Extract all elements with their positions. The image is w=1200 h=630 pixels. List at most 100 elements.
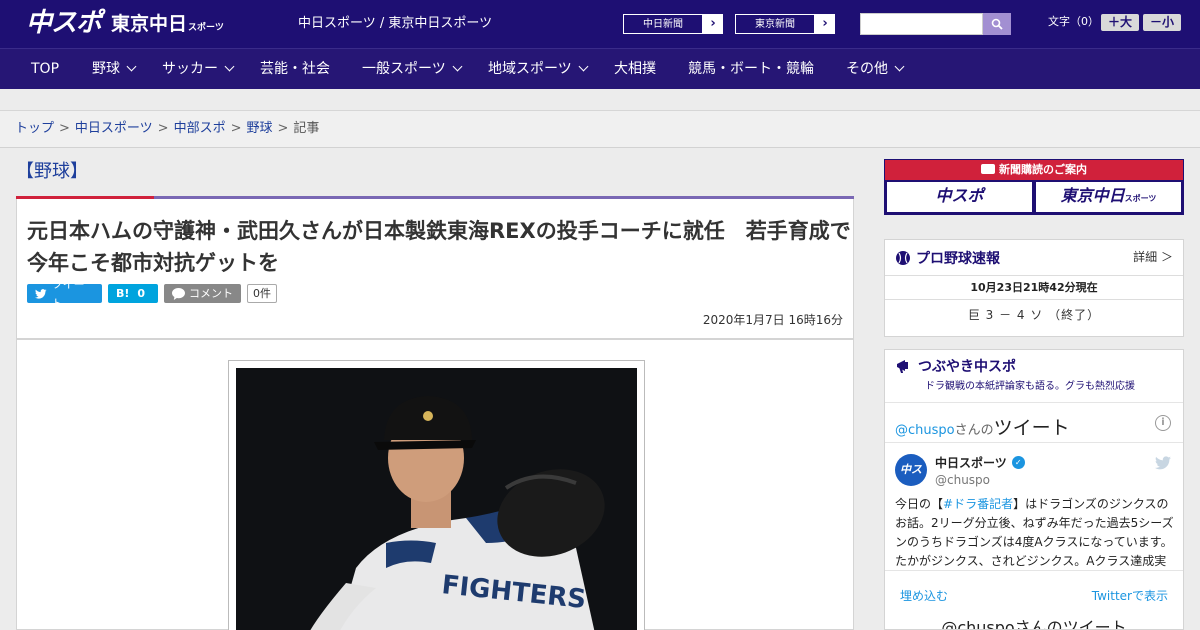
subscription-heading-text: 新聞購読のご案内 [999,163,1087,176]
search-icon [991,18,1003,30]
search-button[interactable] [983,13,1011,35]
nav-top[interactable]: TOP [31,49,59,90]
score-timestamp: 10月23日21時42分現在 [885,275,1183,300]
verified-badge-icon: ✓ [1011,456,1025,469]
hatena-count: 0 [137,287,146,300]
megaphone-icon [897,360,908,373]
main-nav: TOP 野球 サッカー 芸能・社会 一般スポーツ 地域スポーツ 大相撲 競馬・ボ… [0,48,1200,89]
nav-entertainment[interactable]: 芸能・社会 [260,49,330,90]
chevron-right-icon: › [822,16,828,31]
breadcrumb-bar: トップ > 中日スポーツ > 中部スポ > 野球 > 記事 [0,111,1200,148]
search-input[interactable] [860,13,983,35]
twitter-bird-icon[interactable] [1155,456,1171,470]
site-names[interactable]: 中日スポーツ / 東京中日スポーツ [298,15,492,33]
nav-label: 野球 [92,61,120,77]
photo-frame: FIGHTERS [228,360,645,630]
chunichi-shimbun-label: 中日新聞 [623,14,703,34]
pitcher-photo-illustration: FIGHTERS [236,368,637,630]
subscription-logos: 中スポ 東京中日スポーツ [885,180,1183,214]
comment-button-label: コメント [189,287,233,300]
nav-racing[interactable]: 競馬・ボート・競輪 [688,49,814,90]
nav-soccer[interactable]: サッカー [162,49,235,90]
twitter-widget: つぶやき中スポ ドラ観戦の本紙評論家も語る。グラも熱烈応援 @chuspoさんの… [884,349,1184,630]
article-headline: 元日本ハムの守護神・武田久さんが日本製鉄東海REXの投手コーチに就任 若手育成で… [27,219,851,275]
breadcrumb-top[interactable]: トップ [15,121,54,136]
score-detail-link[interactable]: 詳細 ＞ [1133,248,1173,265]
font-bigger-button[interactable]: ＋大 [1101,14,1139,31]
twitter-timeline-header: @chuspoさんのツイート i [885,402,1183,443]
hatena-bookmark-button[interactable]: B! 0 [108,284,158,303]
chevron-down-icon [224,61,235,72]
subscribe-chuspo[interactable]: 中スポ [887,182,1032,212]
nav-regional-sports[interactable]: 地域スポーツ [488,49,589,90]
chunichi-shimbun-link[interactable]: 中日新聞 › [622,13,724,35]
nav-sumo[interactable]: 大相撲 [614,49,656,90]
tweet-text: 今日の【#ドラ番記者】はドラゴンズのジンクスのお話。2リーグ分立後、ねずみ年だっ… [895,495,1175,571]
nav-general-sports[interactable]: 一般スポーツ [362,49,463,90]
hatena-icon: B! [116,287,130,300]
chevron-right-icon: › [710,16,716,31]
breadcrumb-separator: > [277,121,289,136]
chevron-down-icon [894,61,905,72]
tweet-button-label: ツイート [51,277,85,310]
breadcrumb-chubu-spo[interactable]: 中部スポ [174,121,226,136]
info-icon[interactable]: i [1155,415,1171,431]
timeline-san: さんの [954,423,994,438]
comment-button[interactable]: コメント [164,284,241,303]
nav-label: 競馬・ボート・競輪 [688,61,814,77]
timeline-next-title[interactable]: @chuspoさんのツイート [885,614,1183,629]
embed-link[interactable]: 埋め込む [900,587,948,604]
tweet-author-handle[interactable]: @chuspo [935,473,990,487]
tweet-button[interactable]: ツイート [27,278,102,310]
tweet-text-pre: 今日の【 [895,497,944,511]
tokyo-chunichi-logo-small: スポーツ [188,23,224,33]
nav-label: 大相撲 [614,61,656,77]
newspaper-icon [981,164,995,174]
tweet-author-name[interactable]: 中日スポーツ ✓ [935,454,1025,471]
twitter-bird-icon [35,288,47,299]
font-smaller-button[interactable]: －小 [1143,14,1181,31]
avatar[interactable]: 中スポ [895,454,927,508]
social-buttons: ツイート B! 0 コメント 0件 [27,278,277,310]
breadcrumb-separator: > [157,121,169,136]
subscribe-tokyo-chunichi[interactable]: 東京中日スポーツ [1036,182,1181,212]
breadcrumb: トップ > 中日スポーツ > 中部スポ > 野球 > 記事 [15,121,319,137]
publish-date: 2020年1月7日 16時16分 [702,313,843,327]
breadcrumb-separator: > [230,121,242,136]
breadcrumb-current: 記事 [293,121,320,136]
score-title: プロ野球速報 [895,248,1000,268]
tweet-hashtag[interactable]: #ドラ番記者 [943,497,1013,511]
timeline-tweet-word: ツイート [993,417,1070,439]
article-photo[interactable]: FIGHTERS [236,368,637,630]
nav-label: TOP [31,61,60,77]
subscription-banner[interactable]: 新聞購読のご案内 中スポ 東京中日スポーツ [884,159,1184,215]
speech-bubble-icon [172,287,185,300]
nav-label: 芸能・社会 [260,61,330,77]
category-title: 【野球】 [16,161,88,182]
subscription-heading: 新聞購読のご案内 [885,160,1183,180]
tokyo-shimbun-link[interactable]: 東京新聞 › [734,13,836,35]
chevron-down-icon [126,61,137,72]
subscribe-tokyo-chunichi-text: 東京中日 [1060,186,1125,205]
tokyo-chunichi-logo[interactable]: 東京中日スポーツ [111,11,224,41]
article-header: 元日本ハムの守護神・武田久さんが日本製鉄東海REXの投手コーチに就任 若手育成で… [16,199,854,339]
spacer-band [0,89,1200,111]
tweet-box-subtitle: ドラ観戦の本紙評論家も語る。グラも熱烈応援 [925,381,1135,392]
tweet-author-name-text: 中日スポーツ [935,456,1007,470]
tweet-box-title-text: つぶやき中スポ [918,359,1016,375]
score-result[interactable]: 巨 3 － 4 ソ （終了） [885,306,1183,323]
nav-other[interactable]: その他 [846,49,905,90]
view-on-twitter-link[interactable]: Twitterで表示 [1092,587,1168,604]
font-size-label: 文字（0） [1048,15,1099,28]
top-header: 中スポ 東京中日スポーツ 中日スポーツ / 東京中日スポーツ 中日新聞 › 東京… [0,0,1200,48]
timeline-title[interactable]: @chuspoさんのツイート [895,413,1070,440]
nav-baseball[interactable]: 野球 [92,49,137,90]
tokyo-chunichi-logo-text: 東京中日 [111,13,188,35]
breadcrumb-baseball[interactable]: 野球 [247,121,273,136]
breadcrumb-chunichi-sports[interactable]: 中日スポーツ [75,121,153,136]
twitter-widget-footer: 埋め込む Twitterで表示 [885,570,1183,614]
baseball-icon [896,251,910,265]
breadcrumb-separator: > [59,121,70,136]
chuspo-logo[interactable]: 中スポ [26,7,102,39]
score-title-text: プロ野球速報 [916,251,1000,267]
